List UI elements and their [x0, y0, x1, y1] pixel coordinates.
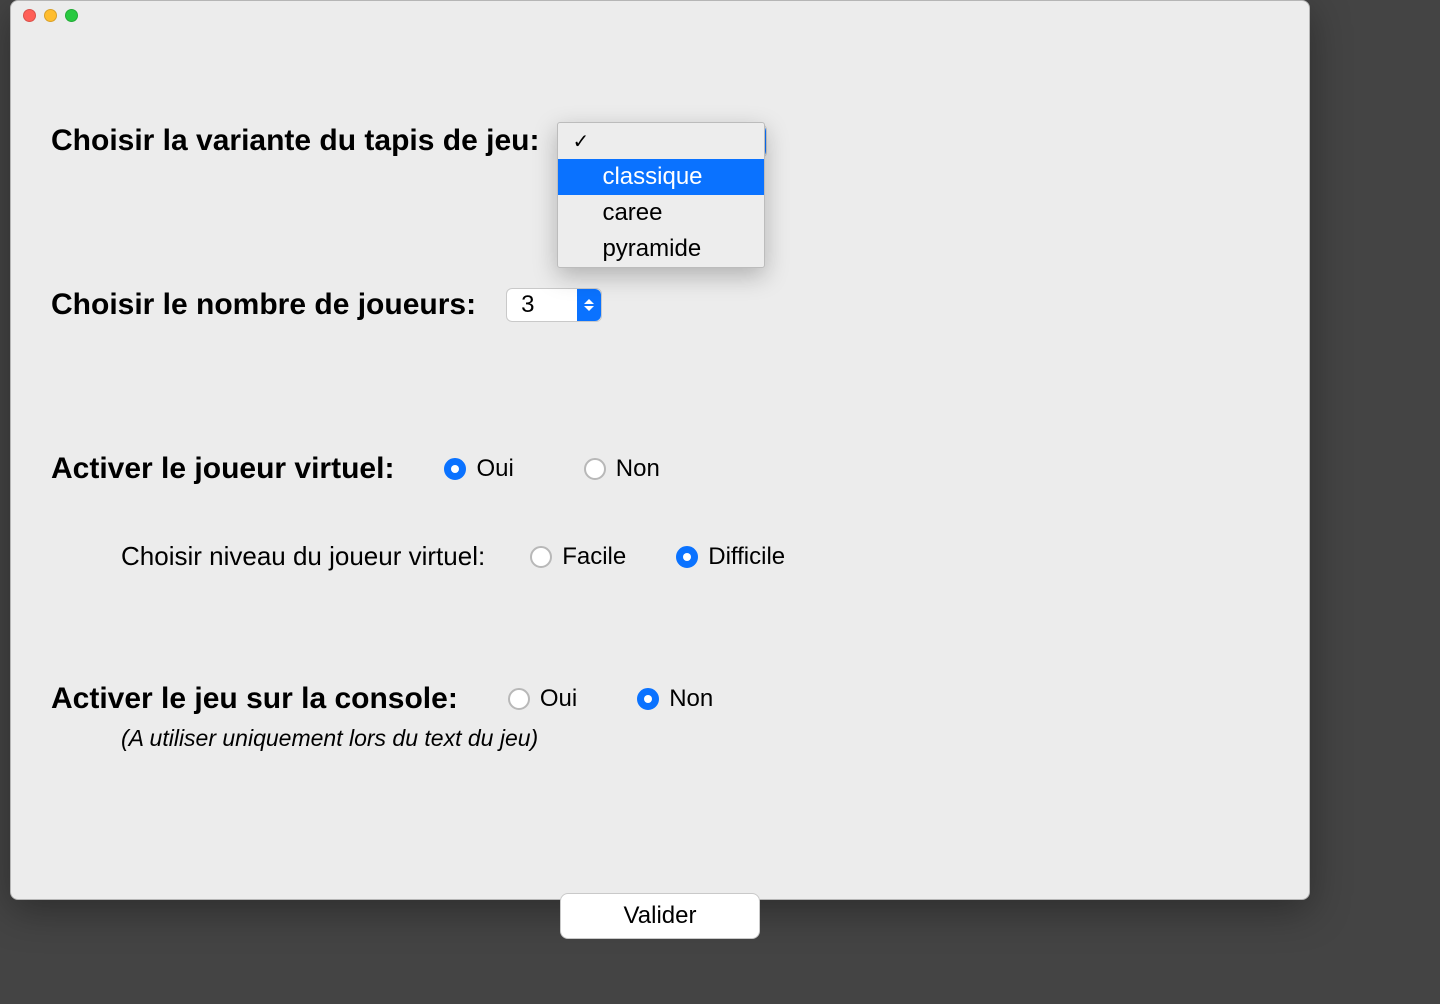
variant-row: Choisir la variante du tapis de jeu: ✓ c… [51, 124, 1269, 158]
validate-button[interactable]: Valider [560, 893, 760, 939]
players-label: Choisir le nombre de joueurs: [51, 288, 476, 322]
console-hint: (A utiliser uniquement lors du text du j… [121, 725, 538, 751]
virtual-label: Activer le joueur virtuel: [51, 452, 394, 486]
variant-option-label: caree [602, 199, 662, 227]
console-row: Activer le jeu sur la console: Oui Non [51, 682, 1269, 716]
radio-label: Non [669, 685, 713, 713]
variant-option-label: pyramide [602, 235, 701, 263]
variant-option-pyramide[interactable]: pyramide [558, 231, 764, 267]
variant-option-empty[interactable]: ✓ [558, 123, 764, 159]
virtual-no-radio[interactable]: Non [584, 455, 660, 483]
players-stepper[interactable]: 3 [506, 288, 602, 322]
chevron-updown-icon [577, 289, 601, 321]
window-close-button[interactable] [23, 9, 36, 22]
variant-label: Choisir la variante du tapis de jeu: [51, 124, 539, 158]
variant-option-classique[interactable]: classique [558, 159, 764, 195]
variant-option-caree[interactable]: caree [558, 195, 764, 231]
difficulty-easy-radio[interactable]: Facile [530, 543, 626, 571]
difficulty-label: Choisir niveau du joueur virtuel: [121, 541, 485, 572]
settings-window: Choisir la variante du tapis de jeu: ✓ c… [10, 0, 1310, 900]
players-value: 3 [521, 291, 534, 319]
settings-form: Choisir la variante du tapis de jeu: ✓ c… [11, 29, 1309, 979]
difficulty-row: Choisir niveau du joueur virtuel: Facile… [121, 541, 1269, 572]
console-label: Activer le jeu sur la console: [51, 682, 458, 716]
console-no-radio[interactable]: Non [637, 685, 713, 713]
players-row: Choisir le nombre de joueurs: 3 [51, 288, 1269, 322]
variant-dropdown: ✓ classique caree pyramide [557, 122, 765, 268]
virtual-yes-radio[interactable]: Oui [444, 455, 513, 483]
window-minimize-button[interactable] [44, 9, 57, 22]
radio-label: Difficile [708, 543, 785, 571]
difficulty-hard-radio[interactable]: Difficile [676, 543, 785, 571]
window-zoom-button[interactable] [65, 9, 78, 22]
variant-option-label: classique [602, 163, 702, 191]
radio-label: Non [616, 455, 660, 483]
validate-label: Valider [624, 902, 697, 930]
radio-label: Oui [476, 455, 513, 483]
window-titlebar [11, 1, 1309, 29]
radio-label: Oui [540, 685, 577, 713]
virtual-row: Activer le joueur virtuel: Oui Non [51, 452, 1269, 486]
console-yes-radio[interactable]: Oui [508, 685, 577, 713]
check-icon: ✓ [572, 129, 589, 154]
radio-label: Facile [562, 543, 626, 571]
